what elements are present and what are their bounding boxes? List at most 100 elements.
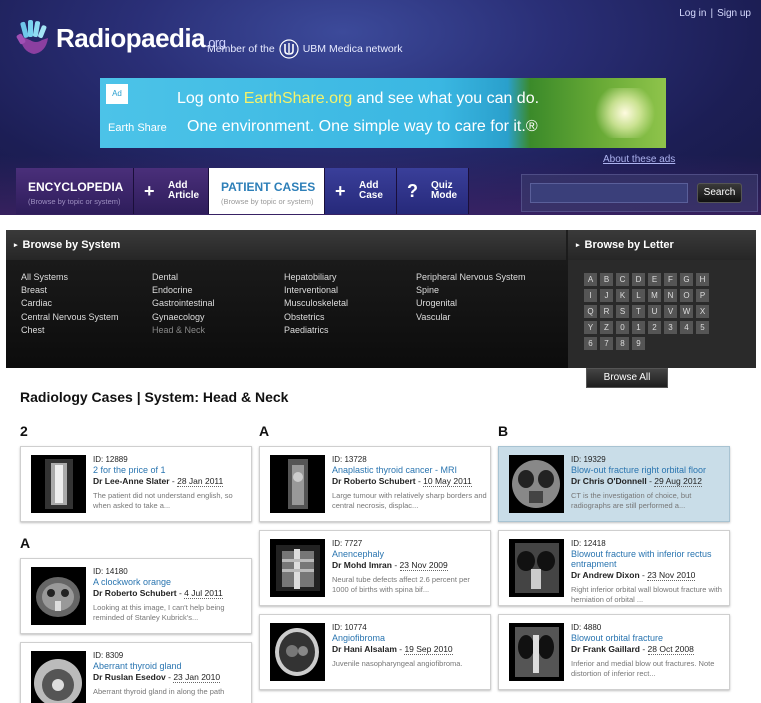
letter-button[interactable]: 8 bbox=[616, 337, 629, 350]
case-thumbnail[interactable] bbox=[509, 539, 564, 597]
case-author[interactable]: Dr Lee-Anne Slater bbox=[93, 476, 170, 486]
letter-button[interactable]: 6 bbox=[584, 337, 597, 350]
system-link[interactable]: Vascular bbox=[416, 311, 526, 324]
letter-button[interactable]: S bbox=[616, 305, 629, 318]
letter-button[interactable]: I bbox=[584, 289, 597, 302]
letter-button[interactable]: 9 bbox=[632, 337, 645, 350]
case-thumbnail[interactable] bbox=[270, 623, 325, 681]
case-card[interactable]: ID: 8309 Aberrant thyroid gland Dr Ruslan … bbox=[20, 642, 252, 703]
case-title-link[interactable]: Blow-out fracture right orbital floor bbox=[571, 465, 726, 475]
case-thumbnail[interactable] bbox=[509, 455, 564, 513]
letter-button[interactable]: W bbox=[680, 305, 693, 318]
system-link[interactable]: Musculoskeletal bbox=[284, 297, 348, 310]
case-title-link[interactable]: Blowout orbital fracture bbox=[571, 633, 726, 643]
letter-button[interactable]: V bbox=[664, 305, 677, 318]
case-title-link[interactable]: 2 for the price of 1 bbox=[93, 465, 248, 475]
browse-all-button[interactable]: Browse All bbox=[586, 368, 668, 388]
case-card[interactable]: ID: 7727 Anencephaly Dr Mohd Imran - 23 No… bbox=[259, 530, 491, 606]
letter-button[interactable]: N bbox=[664, 289, 677, 302]
letter-button[interactable]: T bbox=[632, 305, 645, 318]
system-link-selected[interactable]: Head & Neck bbox=[152, 324, 215, 337]
letter-button[interactable]: L bbox=[632, 289, 645, 302]
system-link[interactable]: Gastrointestinal bbox=[152, 297, 215, 310]
letter-button[interactable]: M bbox=[648, 289, 661, 302]
letter-button[interactable]: Q bbox=[584, 305, 597, 318]
case-author[interactable]: Dr Frank Gaillard bbox=[571, 644, 640, 654]
case-title-link[interactable]: Angiofibroma bbox=[332, 633, 487, 643]
system-link[interactable]: Breast bbox=[21, 284, 119, 297]
quiz-mode-button[interactable]: ? Quiz Mode bbox=[397, 168, 469, 214]
letter-button[interactable]: O bbox=[680, 289, 693, 302]
letter-button[interactable]: B bbox=[600, 273, 613, 286]
letter-button[interactable]: H bbox=[696, 273, 709, 286]
letter-button[interactable]: D bbox=[632, 273, 645, 286]
case-card[interactable]: ID: 4880 Blowout orbital fracture Dr Frank… bbox=[498, 614, 730, 690]
letter-button[interactable]: 1 bbox=[632, 321, 645, 334]
add-article-button[interactable]: + Add Article bbox=[134, 168, 209, 214]
case-card[interactable]: ID: 12889 2 for the price of 1 Dr Lee-Anne… bbox=[20, 446, 252, 522]
case-title-link[interactable]: Aberrant thyroid gland bbox=[93, 661, 248, 671]
search-input[interactable] bbox=[530, 183, 688, 203]
system-link[interactable]: Dental bbox=[152, 271, 215, 284]
case-author[interactable]: Dr Mohd Imran bbox=[332, 560, 392, 570]
letter-button[interactable]: A bbox=[584, 273, 597, 286]
letter-button[interactable]: 4 bbox=[680, 321, 693, 334]
letter-button[interactable]: P bbox=[696, 289, 709, 302]
system-link[interactable]: Chest bbox=[21, 324, 119, 337]
letter-button[interactable]: G bbox=[680, 273, 693, 286]
case-card[interactable]: ID: 10774 Angiofibroma Dr Hani Alsalam - 1… bbox=[259, 614, 491, 690]
letter-button[interactable]: J bbox=[600, 289, 613, 302]
tab-patient-cases[interactable]: PATIENT CASES (Browse by topic or system… bbox=[209, 168, 325, 214]
system-link[interactable]: Urogenital bbox=[416, 297, 526, 310]
system-link[interactable]: Interventional bbox=[284, 284, 348, 297]
case-author[interactable]: Dr Andrew Dixon bbox=[571, 570, 640, 580]
case-author[interactable]: Dr Roberto Schubert bbox=[93, 588, 177, 598]
case-title-link[interactable]: Anencephaly bbox=[332, 549, 487, 559]
letter-button[interactable]: E bbox=[648, 273, 661, 286]
case-title-link[interactable]: Blowout fracture with inferior rectus en… bbox=[571, 549, 726, 569]
signup-link[interactable]: Sign up bbox=[717, 8, 751, 19]
system-link[interactable]: All Systems bbox=[21, 271, 119, 284]
system-link[interactable]: Cardiac bbox=[21, 297, 119, 310]
letter-button[interactable]: F bbox=[664, 273, 677, 286]
case-thumbnail[interactable] bbox=[270, 539, 325, 597]
system-link[interactable]: Gynaecology bbox=[152, 311, 215, 324]
letter-button[interactable]: 7 bbox=[600, 337, 613, 350]
system-link[interactable]: Obstetrics bbox=[284, 311, 348, 324]
system-link[interactable]: Hepatobiliary bbox=[284, 271, 348, 284]
case-thumbnail[interactable] bbox=[509, 623, 564, 681]
site-logo[interactable]: Radiopaedia.org bbox=[16, 18, 226, 58]
search-button[interactable]: Search bbox=[697, 183, 742, 203]
case-thumbnail[interactable] bbox=[270, 455, 325, 513]
letter-button[interactable]: 5 bbox=[696, 321, 709, 334]
case-card[interactable]: ID: 13728 Anaplastic thyroid cancer - MRI… bbox=[259, 446, 491, 522]
letter-button[interactable]: X bbox=[696, 305, 709, 318]
case-title-link[interactable]: A clockwork orange bbox=[93, 577, 248, 587]
system-link[interactable]: Endocrine bbox=[152, 284, 215, 297]
earthshare-ad-banner[interactable]: Ad Earth Share Log onto EarthShare.org a… bbox=[100, 78, 666, 148]
case-author[interactable]: Dr Ruslan Esedov bbox=[93, 672, 166, 682]
letter-button[interactable]: 3 bbox=[664, 321, 677, 334]
case-author[interactable]: Dr Roberto Schubert bbox=[332, 476, 416, 486]
letter-button[interactable]: U bbox=[648, 305, 661, 318]
case-author[interactable]: Dr Chris O'Donnell bbox=[571, 476, 647, 486]
letter-button[interactable]: K bbox=[616, 289, 629, 302]
system-link[interactable]: Peripheral Nervous System bbox=[416, 271, 526, 284]
case-card[interactable]: ID: 12418 Blowout fracture with inferior … bbox=[498, 530, 730, 606]
letter-button[interactable]: C bbox=[616, 273, 629, 286]
case-title-link[interactable]: Anaplastic thyroid cancer - MRI bbox=[332, 465, 487, 475]
system-link[interactable]: Paediatrics bbox=[284, 324, 348, 337]
case-card[interactable]: ID: 14180 A clockwork orange Dr Roberto Sc… bbox=[20, 558, 252, 634]
case-thumbnail[interactable] bbox=[31, 651, 86, 703]
login-link[interactable]: Log in bbox=[679, 8, 706, 19]
about-these-ads-link[interactable]: About these ads bbox=[603, 154, 675, 165]
system-link[interactable]: Central Nervous System bbox=[21, 311, 119, 324]
letter-button[interactable]: Z bbox=[600, 321, 613, 334]
letter-button[interactable]: 2 bbox=[648, 321, 661, 334]
system-link[interactable]: Spine bbox=[416, 284, 526, 297]
case-card[interactable]: ID: 19329 Blow-out fracture right orbital… bbox=[498, 446, 730, 522]
letter-button[interactable]: 0 bbox=[616, 321, 629, 334]
letter-button[interactable]: R bbox=[600, 305, 613, 318]
add-case-button[interactable]: + Add Case bbox=[325, 168, 397, 214]
letter-button[interactable]: Y bbox=[584, 321, 597, 334]
